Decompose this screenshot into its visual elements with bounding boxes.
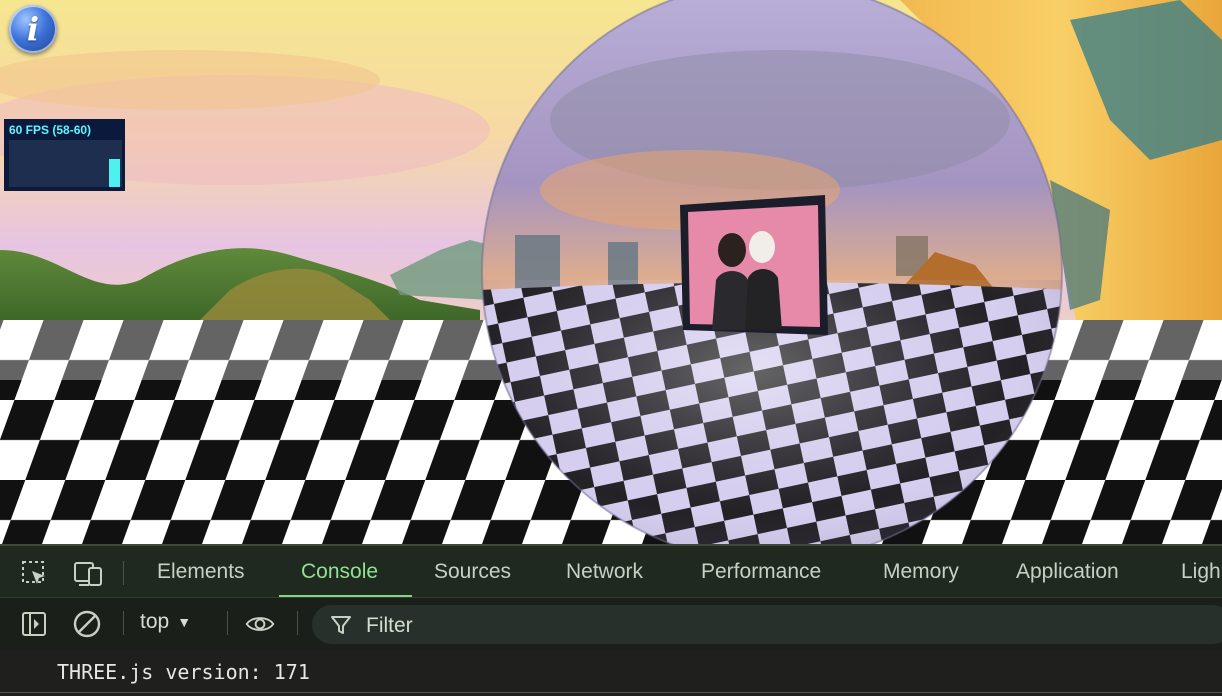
console-message-text: THREE.js version: 171: [57, 660, 310, 684]
console-output[interactable]: THREE.js version: 171: [0, 649, 1222, 696]
tab-network[interactable]: Network: [566, 560, 643, 584]
fps-readout: 60 FPS (58-60): [9, 123, 92, 137]
filter-icon: [331, 616, 351, 634]
fps-graph: [9, 140, 122, 187]
toolbar-divider: [123, 611, 124, 635]
context-selector[interactable]: top ▼: [140, 610, 191, 634]
rendered-scene: [0, 0, 1222, 544]
threejs-canvas[interactable]: i 60 FPS (58-60): [0, 0, 1222, 544]
toolbar-divider: [123, 561, 124, 585]
tab-memory[interactable]: Memory: [883, 560, 959, 584]
context-selector-value: top: [140, 610, 170, 633]
devtools-tab-bar: Elements Console Sources Network Perform…: [0, 544, 1222, 598]
tab-elements[interactable]: Elements: [157, 560, 245, 584]
console-toolbar: top ▼: [0, 597, 1222, 649]
inspect-element-icon[interactable]: [19, 558, 49, 588]
clear-console-icon[interactable]: [72, 609, 102, 639]
filter-field[interactable]: [312, 605, 1222, 644]
tab-console[interactable]: Console: [301, 560, 378, 584]
fps-stats-panel[interactable]: 60 FPS (58-60): [4, 119, 125, 191]
tab-lighthouse[interactable]: Ligh: [1181, 560, 1221, 584]
tab-performance[interactable]: Performance: [701, 560, 821, 584]
filter-input[interactable]: [364, 612, 868, 640]
toolbar-divider: [227, 611, 228, 635]
dropdown-arrow-icon: ▼: [177, 614, 192, 630]
tab-application[interactable]: Application: [1016, 560, 1119, 584]
info-icon[interactable]: i: [9, 5, 57, 53]
device-toolbar-icon[interactable]: [73, 558, 103, 588]
tab-sources[interactable]: Sources: [434, 560, 511, 584]
console-message: THREE.js version: 171: [0, 649, 1222, 693]
eye-icon[interactable]: [245, 609, 275, 639]
devtools-panel: Elements Console Sources Network Perform…: [0, 544, 1222, 696]
sidebar-toggle-icon[interactable]: [19, 609, 49, 639]
fps-graph-bar: [109, 158, 120, 187]
toolbar-divider: [297, 611, 298, 635]
